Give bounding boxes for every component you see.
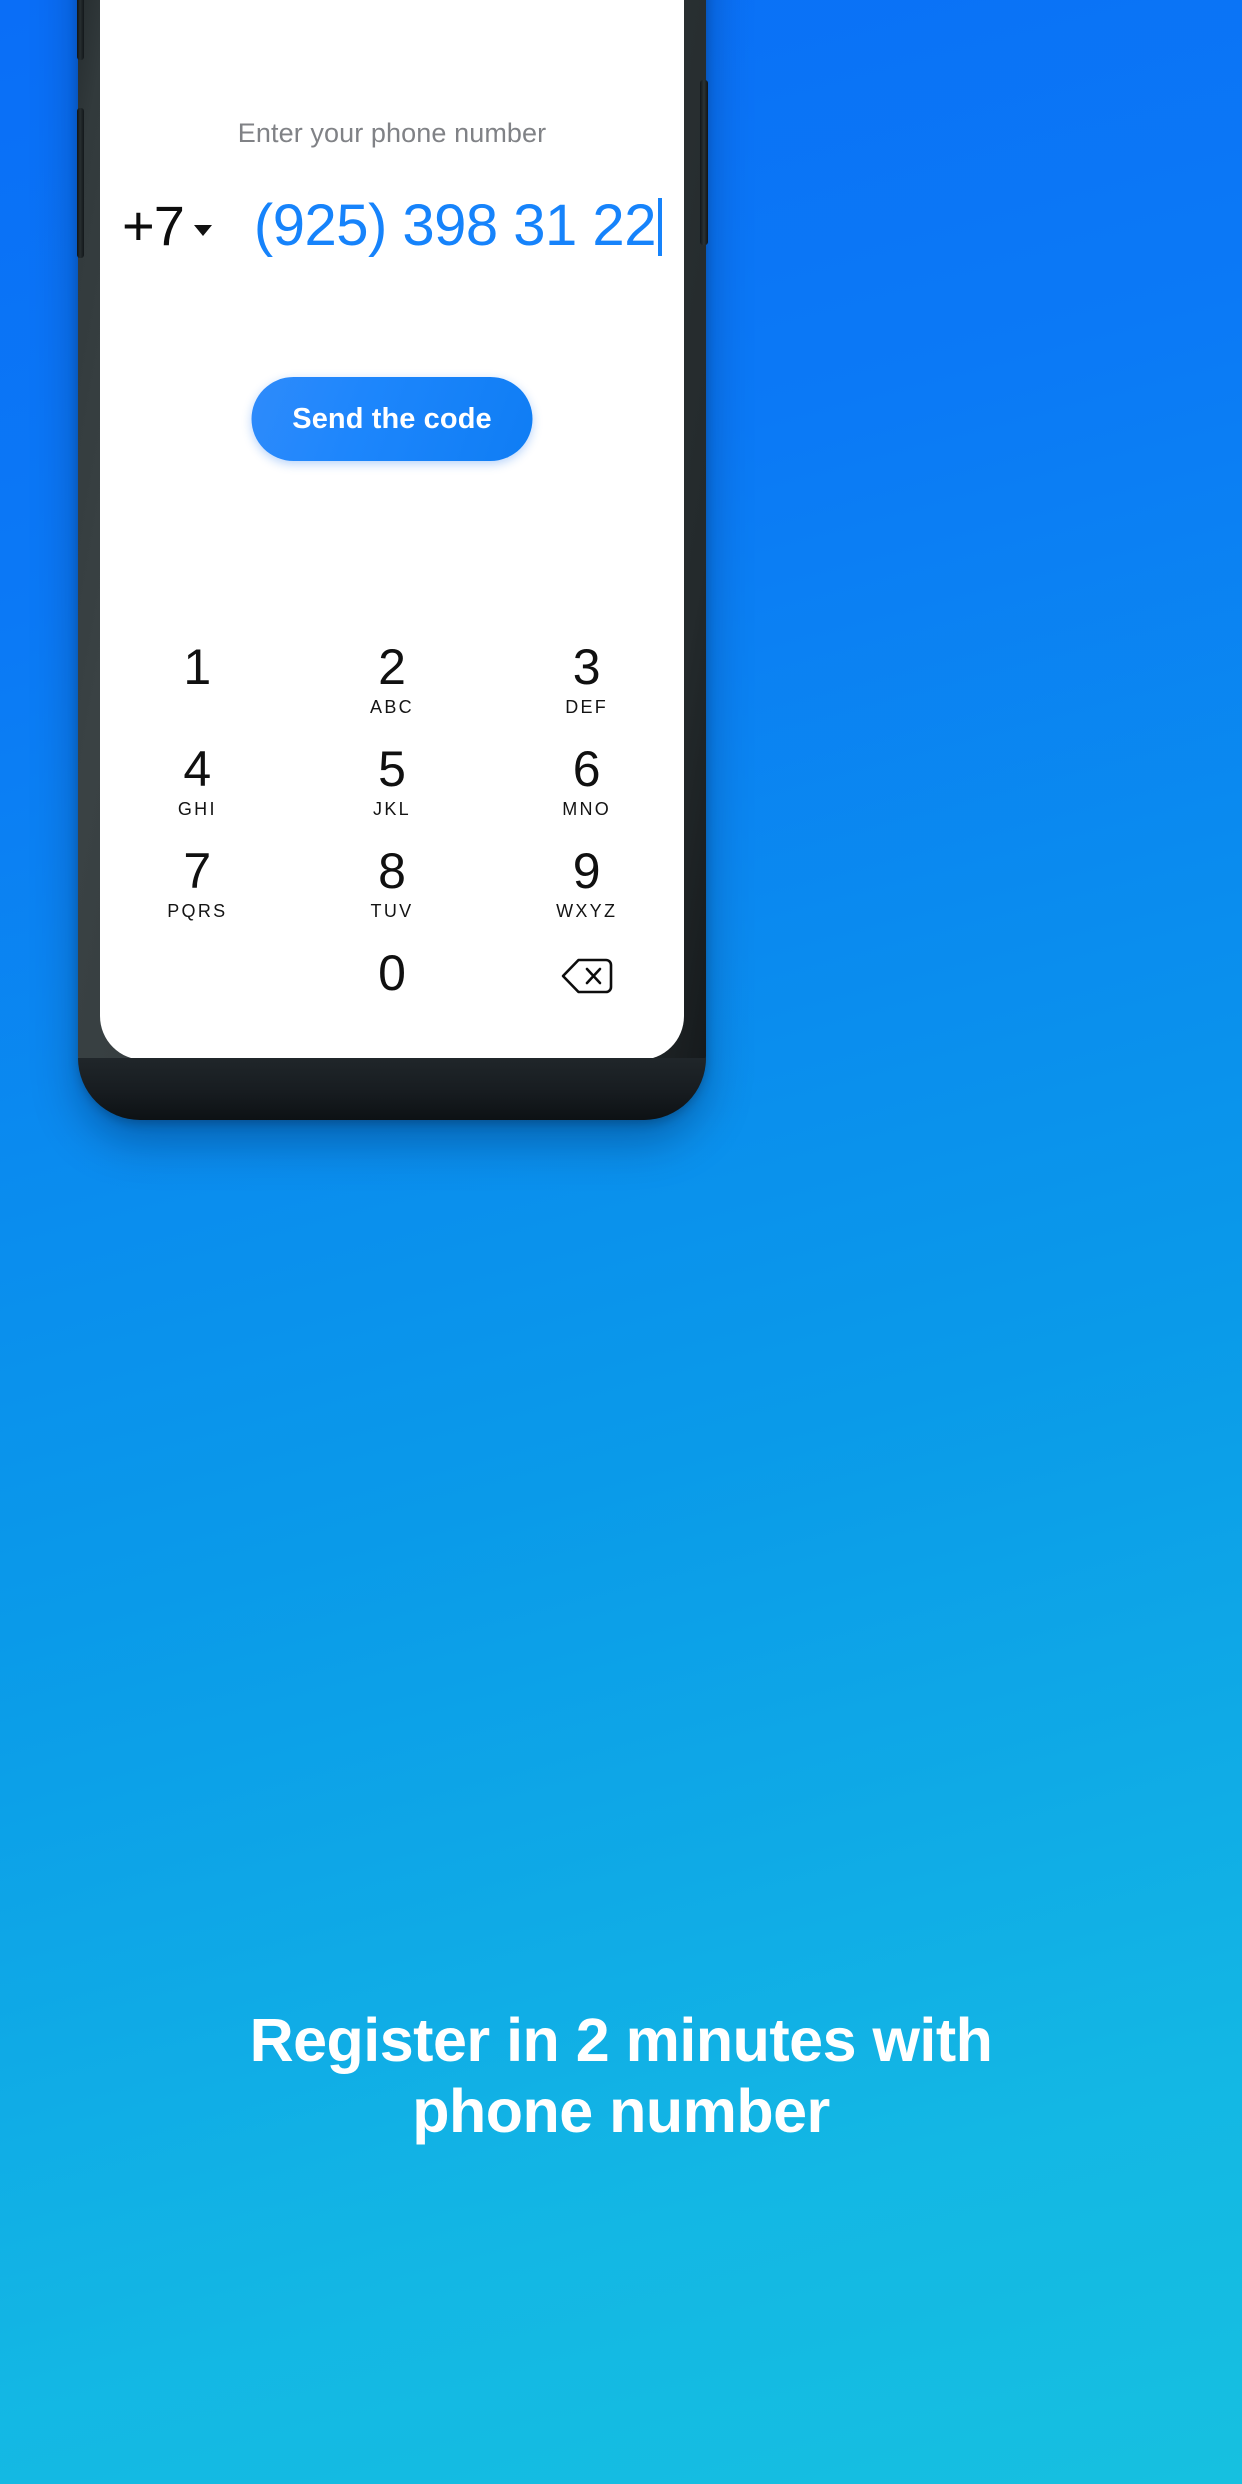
phone-bottom-bezel: [78, 1058, 706, 1120]
keypad-digit: 6: [572, 741, 601, 797]
country-code-selector[interactable]: +7: [122, 193, 212, 258]
keypad-key-7[interactable]: 7 PQRS: [100, 844, 295, 922]
keypad-letters: DEF: [565, 697, 609, 717]
keypad-digit: 9: [572, 843, 601, 899]
keypad-digit: 5: [378, 741, 406, 797]
keypad-key-3[interactable]: 3 DEF: [489, 640, 684, 718]
keypad-letters: PQRS: [167, 901, 228, 921]
phone-side-button-volume-up: [77, 0, 84, 60]
text-cursor-caret: [657, 197, 662, 256]
phone-side-button-power: [700, 80, 708, 245]
keypad-key-1[interactable]: 1: [100, 640, 295, 697]
keypad-letters: ABC: [370, 697, 414, 717]
keypad-digit: 1: [183, 639, 212, 695]
keypad-letters: MNO: [562, 799, 612, 819]
keypad-digit: 8: [378, 843, 406, 899]
backspace-delete-icon: [560, 956, 614, 1001]
keypad-key-2[interactable]: 2 ABC: [295, 640, 490, 718]
keypad-digit: 3: [572, 639, 601, 695]
keypad-backspace-key[interactable]: [489, 946, 684, 1001]
keypad-key-6[interactable]: 6 MNO: [489, 742, 684, 820]
keypad-digit: 7: [183, 843, 212, 899]
keypad-digit: 2: [378, 639, 406, 695]
phone-number-value: (925) 398 31 22: [253, 192, 657, 258]
chevron-down-icon: [193, 224, 212, 236]
numeric-keypad: 1 2 ABC 3 DEF 4 GHI 5 JKL 6 MNO 7 PQRS 8…: [100, 640, 684, 1048]
phone-screen: Enter your phone number +7 (925) 398 31 …: [100, 0, 684, 1060]
enter-phone-number-label: Enter your phone number: [237, 118, 547, 148]
send-the-code-button[interactable]: Send the code: [251, 377, 533, 461]
registration-screen: Enter your phone number +7 (925) 398 31 …: [100, 0, 684, 1060]
phone-side-button-volume-down: [77, 108, 84, 258]
country-code-value: +7: [122, 193, 185, 257]
keypad-letters: WXYZ: [556, 901, 618, 921]
keypad-key-9[interactable]: 9 WXYZ: [489, 844, 684, 922]
phone-number-input[interactable]: (925) 398 31 22: [254, 192, 662, 259]
keypad-letters: JKL: [373, 799, 411, 819]
keypad-letters: GHI: [177, 799, 217, 819]
phone-device-mockup: Enter your phone number +7 (925) 398 31 …: [77, 0, 708, 1120]
keypad-key-0[interactable]: 0: [295, 946, 490, 1003]
promo-caption: Register in 2 minutes with phone number: [0, 2005, 1242, 2147]
caption-line-2: phone number: [412, 2076, 830, 2145]
keypad-digit: 4: [183, 741, 212, 797]
keypad-digit: 0: [378, 945, 406, 1001]
phone-input-row: +7 (925) 398 31 22: [100, 185, 684, 265]
caption-line-1: Register in 2 minutes with: [249, 2006, 993, 2074]
keypad-key-5[interactable]: 5 JKL: [295, 742, 490, 820]
keypad-letters: TUV: [370, 901, 414, 921]
keypad-key-4[interactable]: 4 GHI: [100, 742, 295, 820]
keypad-key-8[interactable]: 8 TUV: [295, 844, 490, 922]
